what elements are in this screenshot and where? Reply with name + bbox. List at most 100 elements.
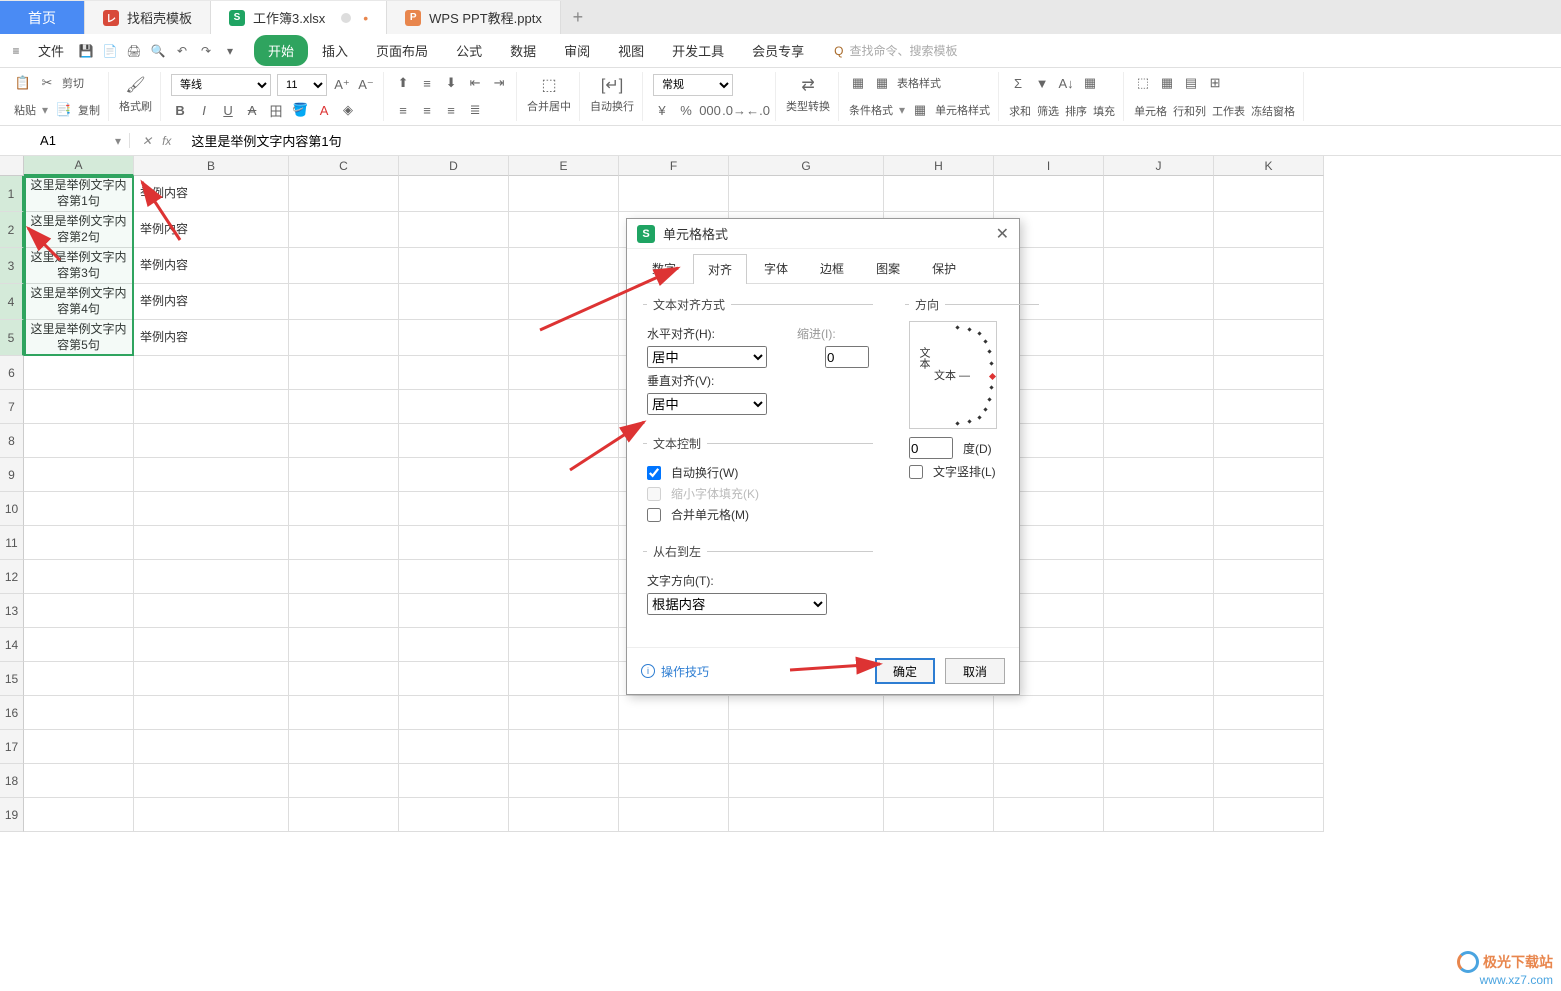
cell[interactable]	[134, 594, 289, 628]
cell[interactable]	[1104, 662, 1214, 696]
cell[interactable]	[509, 390, 619, 424]
cell[interactable]	[619, 798, 729, 832]
align-bottom-icon[interactable]: ⬇	[442, 74, 460, 92]
rowcol-icon[interactable]: ▦	[1158, 74, 1176, 92]
cell[interactable]	[399, 212, 509, 248]
cell[interactable]	[24, 492, 134, 526]
degree-input[interactable]	[909, 437, 953, 459]
cell[interactable]	[289, 798, 399, 832]
cell[interactable]	[134, 424, 289, 458]
cell[interactable]	[509, 492, 619, 526]
cell[interactable]	[24, 696, 134, 730]
dtab-align[interactable]: 对齐	[693, 254, 747, 284]
cell[interactable]	[289, 628, 399, 662]
cell[interactable]	[509, 662, 619, 696]
bold-icon[interactable]: B	[171, 101, 189, 119]
cell[interactable]	[509, 424, 619, 458]
cell[interactable]	[399, 424, 509, 458]
cell[interactable]	[399, 320, 509, 356]
merge-cells-button[interactable]: ⬚合并居中	[527, 74, 571, 114]
cell[interactable]	[24, 526, 134, 560]
cell[interactable]	[509, 696, 619, 730]
cell[interactable]	[399, 560, 509, 594]
row-header[interactable]: 14	[0, 628, 24, 662]
row-header[interactable]: 7	[0, 390, 24, 424]
cell[interactable]	[24, 458, 134, 492]
cell[interactable]	[1214, 424, 1324, 458]
cell[interactable]	[1214, 356, 1324, 390]
cell[interactable]	[509, 560, 619, 594]
cell[interactable]	[994, 176, 1104, 212]
formula-input[interactable]	[183, 133, 1561, 148]
filter-icon[interactable]: ▼	[1033, 74, 1051, 92]
cell[interactable]	[1214, 662, 1324, 696]
col-header[interactable]: D	[399, 156, 509, 176]
cell[interactable]	[994, 730, 1104, 764]
merge-checkbox[interactable]	[647, 508, 661, 522]
paste-label[interactable]: 粘贴	[14, 102, 36, 118]
cell[interactable]	[1104, 212, 1214, 248]
cell[interactable]	[1104, 526, 1214, 560]
clipboard-icon[interactable]: ✂	[38, 74, 56, 92]
cell[interactable]	[884, 176, 994, 212]
fx-icon[interactable]: fx	[162, 134, 171, 148]
tab-workbook[interactable]: S 工作簿3.xlsx •	[211, 1, 387, 34]
cell-reference-input[interactable]	[8, 133, 88, 148]
tips-link[interactable]: i操作技巧	[641, 663, 709, 680]
cell[interactable]	[994, 764, 1104, 798]
cell[interactable]	[509, 458, 619, 492]
cell[interactable]	[289, 390, 399, 424]
align-middle-icon[interactable]: ≡	[418, 74, 436, 92]
cell-style-icon[interactable]: ▦	[911, 101, 929, 119]
cell[interactable]	[134, 662, 289, 696]
cell[interactable]	[289, 594, 399, 628]
cell[interactable]	[134, 356, 289, 390]
save-icon[interactable]: 💾	[76, 41, 96, 61]
dtab-font[interactable]: 字体	[749, 253, 803, 283]
tab-template[interactable]: レ 找稻壳模板	[85, 1, 211, 34]
cell[interactable]	[1104, 696, 1214, 730]
row-header[interactable]: 6	[0, 356, 24, 390]
cond-format-icon[interactable]: ▦	[849, 74, 867, 92]
cell[interactable]: 举例内容	[134, 248, 289, 284]
clear-format-icon[interactable]: ◈	[339, 101, 357, 119]
cell[interactable]	[289, 212, 399, 248]
cell[interactable]	[1214, 320, 1324, 356]
cell[interactable]	[619, 176, 729, 212]
row-header[interactable]: 8	[0, 424, 24, 458]
cell[interactable]	[509, 248, 619, 284]
cell[interactable]	[729, 176, 884, 212]
cell[interactable]	[1104, 730, 1214, 764]
row-header[interactable]: 11	[0, 526, 24, 560]
menu-tab-member[interactable]: 会员专享	[738, 35, 818, 66]
align-center-icon[interactable]: ≡	[418, 101, 436, 119]
cell[interactable]	[509, 176, 619, 212]
cell[interactable]	[24, 662, 134, 696]
cell[interactable]	[289, 458, 399, 492]
indent-input[interactable]	[825, 346, 869, 368]
cell[interactable]	[1104, 248, 1214, 284]
cell[interactable]	[134, 560, 289, 594]
cell[interactable]	[509, 628, 619, 662]
cell[interactable]	[289, 560, 399, 594]
cell[interactable]	[729, 730, 884, 764]
ok-button[interactable]: 确定	[875, 658, 935, 684]
cell[interactable]	[1104, 560, 1214, 594]
cell[interactable]	[729, 696, 884, 730]
wrap-checkbox[interactable]	[647, 466, 661, 480]
row-header[interactable]: 13	[0, 594, 24, 628]
direction-select[interactable]: 根据内容	[647, 593, 827, 615]
cell[interactable]	[1104, 356, 1214, 390]
cell[interactable]	[1214, 458, 1324, 492]
cell[interactable]	[134, 764, 289, 798]
cell[interactable]	[994, 696, 1104, 730]
col-header[interactable]: E	[509, 156, 619, 176]
percent-icon[interactable]: %	[677, 101, 695, 119]
menu-tab-data[interactable]: 数据	[496, 35, 550, 66]
row-header[interactable]: 19	[0, 798, 24, 832]
cell[interactable]	[884, 696, 994, 730]
cell[interactable]: 这里是举例文字内容第1句	[24, 176, 134, 212]
cell[interactable]	[1104, 424, 1214, 458]
cell[interactable]: 举例内容	[134, 320, 289, 356]
cell[interactable]	[24, 560, 134, 594]
